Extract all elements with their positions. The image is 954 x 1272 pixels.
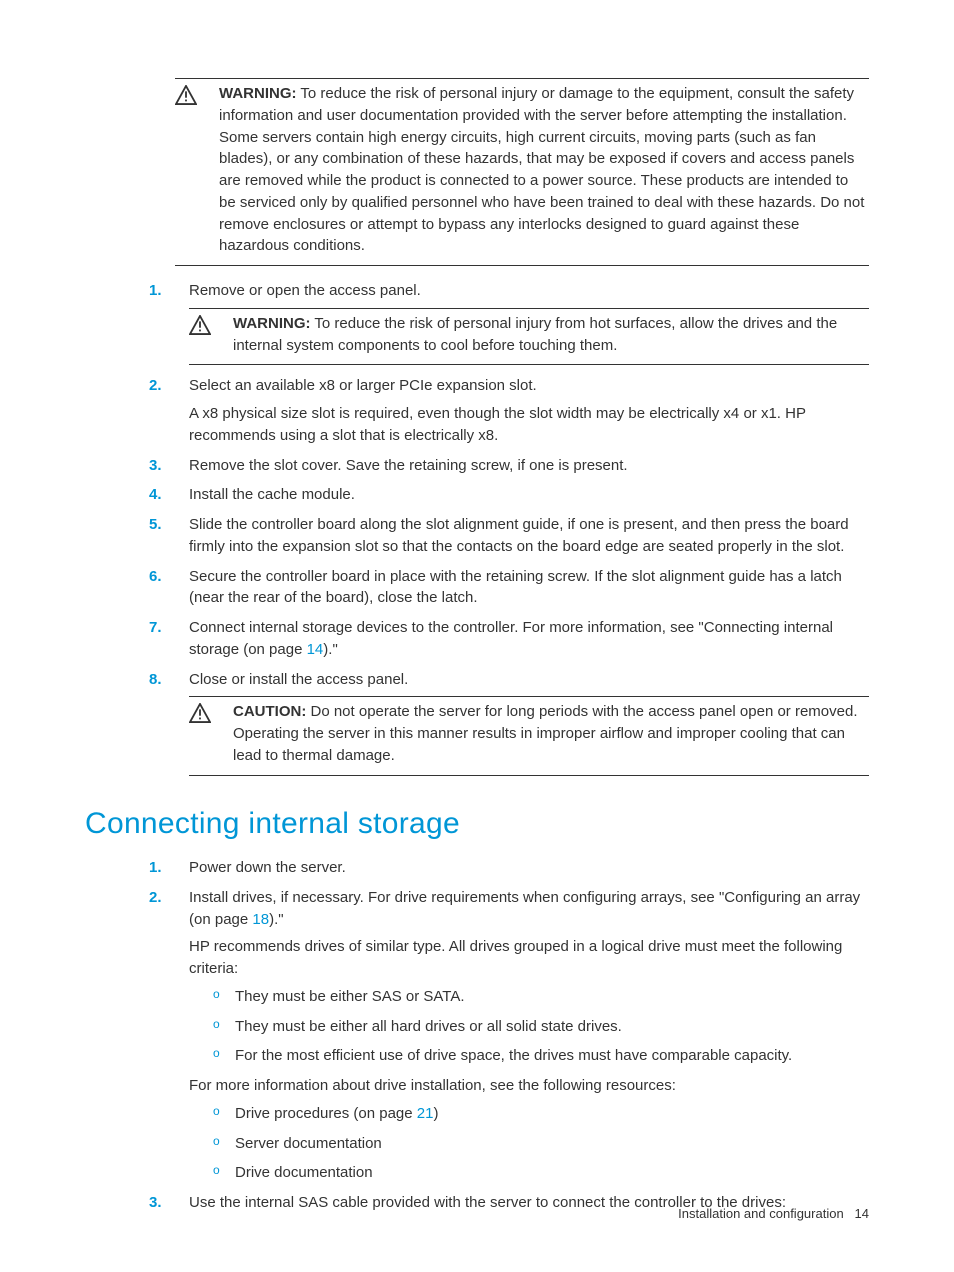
step-text: Remove the slot cover. Save the retainin… <box>189 455 869 477</box>
step-number: 3. <box>149 455 162 477</box>
step-text: Connect internal storage devices to the … <box>189 617 869 661</box>
list-item: 3. Remove the slot cover. Save the retai… <box>149 455 869 477</box>
step-text: Remove or open the access panel. <box>189 280 869 302</box>
warning-box: WARNING: To reduce the risk of personal … <box>175 78 869 266</box>
step-list-a: 1. Remove or open the access panel. WARN… <box>149 280 869 365</box>
caution-icon <box>189 701 233 766</box>
list-item: 5. Slide the controller board along the … <box>149 514 869 558</box>
caution-label: CAUTION: <box>233 703 306 720</box>
caution-box: CAUTION: Do not operate the server for l… <box>189 696 869 775</box>
warning-box: WARNING: To reduce the risk of personal … <box>189 308 869 366</box>
step-number: 1. <box>149 280 162 302</box>
list-item: 1. Power down the server. <box>149 857 869 879</box>
sub-item: Drive documentation <box>213 1162 869 1184</box>
step-text: Secure the controller board in place wit… <box>189 566 869 610</box>
step-text: Power down the server. <box>189 857 869 879</box>
warning-text: WARNING: To reduce the risk of personal … <box>219 83 869 257</box>
sub-item: They must be either all hard drives or a… <box>213 1016 869 1038</box>
step-text: Install the cache module. <box>189 484 869 506</box>
warning-text: WARNING: To reduce the risk of personal … <box>233 313 869 357</box>
warning-label: WARNING: <box>233 315 311 332</box>
sub-item: They must be either SAS or SATA. <box>213 986 869 1008</box>
warning-icon <box>189 313 233 357</box>
step-number: 5. <box>149 514 162 536</box>
step-text: Select an available x8 or larger PCIe ex… <box>189 375 869 397</box>
warning-body: To reduce the risk of personal injury fr… <box>233 315 837 354</box>
page-link[interactable]: 14 <box>307 641 324 658</box>
step-number: 2. <box>149 375 162 397</box>
step-number: 8. <box>149 669 162 691</box>
sub-list: They must be either SAS or SATA. They mu… <box>213 986 869 1067</box>
step-number: 1. <box>149 857 162 879</box>
step-number: 4. <box>149 484 162 506</box>
step-note: HP recommends drives of similar type. Al… <box>189 936 869 980</box>
page-link[interactable]: 21 <box>417 1105 434 1122</box>
step-text: Slide the controller board along the slo… <box>189 514 869 558</box>
list-item: 7. Connect internal storage devices to t… <box>149 617 869 661</box>
sub-item: For the most efficient use of drive spac… <box>213 1045 869 1067</box>
step-text: Install drives, if necessary. For drive … <box>189 887 869 931</box>
step-note: A x8 physical size slot is required, eve… <box>189 403 869 447</box>
footer-section: Installation and configuration <box>678 1206 844 1221</box>
footer-page: 14 <box>855 1206 869 1221</box>
sub-list: Drive procedures (on page 21) Server doc… <box>213 1103 869 1184</box>
list-item: 2. Select an available x8 or larger PCIe… <box>149 375 869 446</box>
step-number: 7. <box>149 617 162 639</box>
step-number: 6. <box>149 566 162 588</box>
list-item: 6. Secure the controller board in place … <box>149 566 869 610</box>
sub-item: Server documentation <box>213 1133 869 1155</box>
list-item: 2. Install drives, if necessary. For dri… <box>149 887 869 1184</box>
sub-item: Drive procedures (on page 21) <box>213 1103 869 1125</box>
step-list-c: 1. Power down the server. 2. Install dri… <box>149 857 869 1214</box>
step-note: For more information about drive install… <box>189 1075 869 1097</box>
page-footer: Installation and configuration 14 <box>678 1205 869 1224</box>
caution-body: Do not operate the server for long perio… <box>233 703 857 764</box>
warning-label: WARNING: <box>219 85 297 102</box>
step-number: 3. <box>149 1192 162 1214</box>
step-number: 2. <box>149 887 162 909</box>
warning-icon <box>175 83 219 257</box>
list-item: 1. Remove or open the access panel. WARN… <box>149 280 869 365</box>
step-text: Close or install the access panel. <box>189 669 869 691</box>
step-list-b: 2. Select an available x8 or larger PCIe… <box>149 375 869 775</box>
list-item: 4. Install the cache module. <box>149 484 869 506</box>
warning-body: To reduce the risk of personal injury or… <box>219 85 864 254</box>
caution-text: CAUTION: Do not operate the server for l… <box>233 701 869 766</box>
list-item: 8. Close or install the access panel. CA… <box>149 669 869 776</box>
page-link[interactable]: 18 <box>252 911 269 928</box>
section-heading: Connecting internal storage <box>85 802 869 846</box>
